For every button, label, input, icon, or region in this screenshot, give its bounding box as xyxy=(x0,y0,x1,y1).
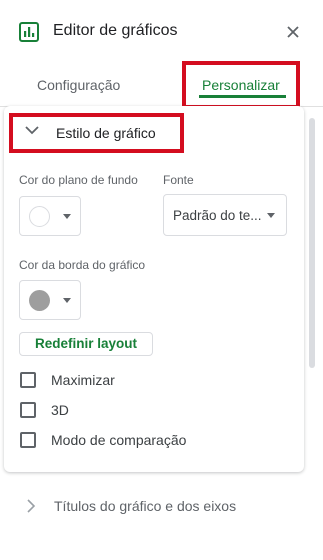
dropdown-arrow-icon xyxy=(63,298,71,303)
background-color-label: Cor do plano de fundo xyxy=(19,173,138,187)
highlight-box-tab xyxy=(182,61,300,109)
chevron-right-icon xyxy=(27,499,36,513)
section-title: Títulos do gráfico e dos eixos xyxy=(54,498,237,514)
border-color-swatch xyxy=(29,290,50,311)
font-value: Padrão do te... xyxy=(173,208,262,223)
checkbox-box[interactable] xyxy=(20,372,36,388)
checkbox-label: Modo de comparação xyxy=(51,432,187,448)
highlight-box-section xyxy=(9,113,184,153)
chart-editor-panel: Editor de gráficos Configuração Personal… xyxy=(0,0,323,560)
scrollbar[interactable] xyxy=(309,118,315,368)
border-color-picker[interactable] xyxy=(19,280,81,320)
font-select[interactable]: Padrão do te... xyxy=(163,194,287,236)
background-color-picker[interactable] xyxy=(19,196,81,236)
tab-configuracao[interactable]: Configuração xyxy=(37,77,120,93)
dropdown-arrow-icon xyxy=(267,213,275,218)
chart-style-section: Estilo de gráfico Cor do plano de fundo … xyxy=(4,106,304,472)
editor-header: Editor de gráficos xyxy=(0,0,323,62)
chart-icon xyxy=(19,22,39,42)
chart-axis-titles-section[interactable]: Títulos do gráfico e dos eixos xyxy=(0,480,304,530)
editor-title: Editor de gráficos xyxy=(53,22,178,39)
border-color-label: Cor da borda do gráfico xyxy=(19,258,146,272)
dropdown-arrow-icon xyxy=(63,214,71,219)
checkbox-label: Maximizar xyxy=(51,372,115,388)
font-label: Fonte xyxy=(163,173,194,187)
close-icon[interactable] xyxy=(285,24,301,40)
checkbox-label: 3D xyxy=(51,402,69,418)
reset-layout-button[interactable]: Redefinir layout xyxy=(19,332,153,356)
background-color-swatch xyxy=(29,206,50,227)
checkbox-box[interactable] xyxy=(20,402,36,418)
checkbox-box[interactable] xyxy=(20,432,36,448)
